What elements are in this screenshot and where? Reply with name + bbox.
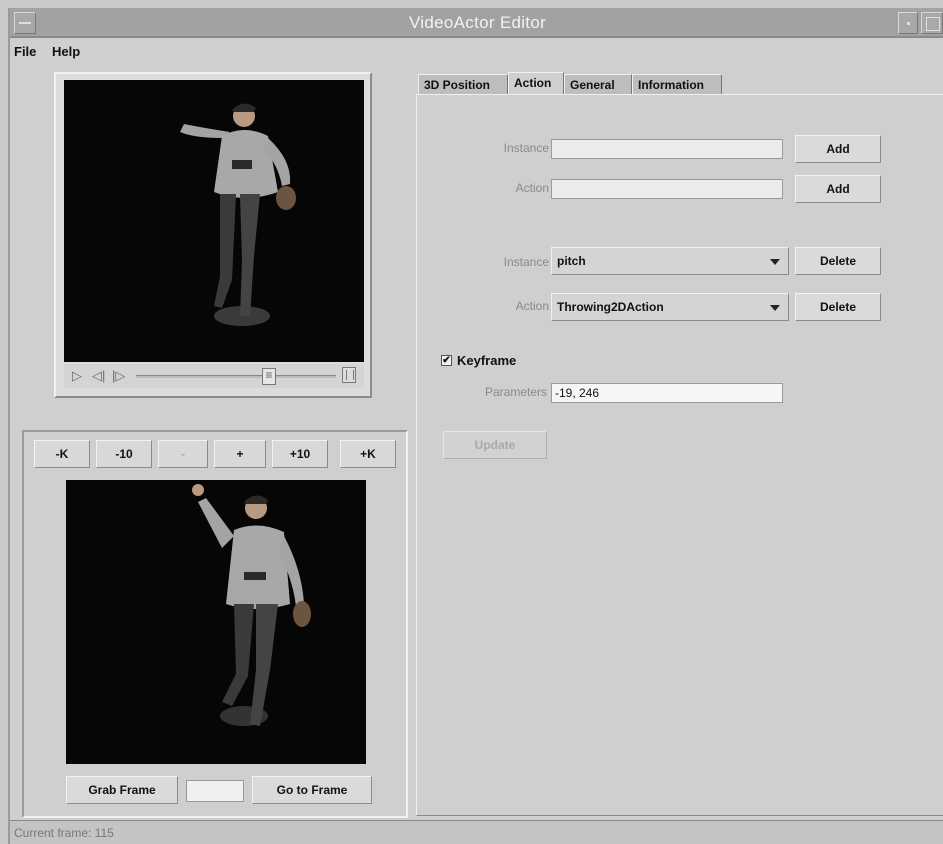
filmstrip-icon[interactable] xyxy=(342,367,356,383)
frame-grabber-panel: -K -10 - + +10 +K Grab Frame Go to Frame xyxy=(22,430,408,818)
new-action-label: Action xyxy=(515,181,549,195)
video-display xyxy=(64,80,364,362)
step-forward-icon[interactable]: |▷ xyxy=(112,368,125,384)
delete-action-button[interactable]: Delete xyxy=(795,293,881,321)
videoactor-editor-window: VideoActor Editor File Help ▷ ◁| |▷ ≡ -K… xyxy=(8,8,943,844)
menu-bar: File Help xyxy=(10,40,943,64)
minimize-button[interactable] xyxy=(898,12,918,34)
grabbed-frame-display xyxy=(66,480,366,764)
action-label: Action xyxy=(515,299,549,313)
update-button[interactable]: Update xyxy=(443,431,547,459)
add-action-button[interactable]: Add xyxy=(795,175,881,203)
action-selected-value: Throwing2DAction xyxy=(557,300,664,314)
frame-number-input[interactable] xyxy=(186,780,244,802)
seek-track[interactable] xyxy=(136,375,336,378)
go-to-frame-button[interactable]: Go to Frame xyxy=(252,776,372,804)
tab-action[interactable]: Action xyxy=(508,72,564,96)
video-player: ▷ ◁| |▷ xyxy=(54,72,372,398)
pitcher-grabbed-frame xyxy=(66,480,366,764)
tab-information[interactable]: Information xyxy=(632,74,722,96)
parameters-label: Parameters xyxy=(484,385,547,399)
new-instance-input[interactable] xyxy=(551,139,783,159)
keyframe-checkbox[interactable]: ✔ xyxy=(441,355,452,366)
chevron-down-icon xyxy=(770,259,780,265)
status-bar: Current frame: 115 xyxy=(10,820,943,844)
keyframe-label: Keyframe xyxy=(457,353,517,368)
parameters-input[interactable]: -19, 246 xyxy=(551,383,783,403)
add-instance-button[interactable]: Add xyxy=(795,135,881,163)
tab-general[interactable]: General xyxy=(564,74,632,96)
action-select[interactable]: Throwing2DAction xyxy=(551,293,789,321)
pitcher-video-frame xyxy=(64,80,364,362)
new-instance-label: Instance xyxy=(503,141,549,155)
step-minus-1-button[interactable]: - xyxy=(158,440,208,468)
play-icon[interactable]: ▷ xyxy=(72,368,82,384)
playback-controls: ▷ ◁| |▷ xyxy=(64,364,364,388)
seek-slider-thumb[interactable] xyxy=(262,368,277,385)
instance-selected-value: pitch xyxy=(557,254,586,268)
window-title: VideoActor Editor xyxy=(408,13,547,32)
step-back-icon[interactable]: ◁| xyxy=(92,368,105,384)
delete-instance-button[interactable]: Delete xyxy=(795,247,881,275)
step-plus-1-button[interactable]: + xyxy=(214,440,266,468)
action-tab-panel: Instance Add Action Add Instance pitch D… xyxy=(416,94,943,816)
instance-label: Instance xyxy=(503,255,549,269)
title-bar[interactable]: VideoActor Editor xyxy=(10,8,943,38)
chevron-down-icon xyxy=(770,305,780,311)
menu-help[interactable]: Help xyxy=(52,44,80,59)
grab-frame-button[interactable]: Grab Frame xyxy=(66,776,178,804)
step-plus-10-button[interactable]: +10 xyxy=(272,440,328,468)
step-plus-k-button[interactable]: +K xyxy=(340,440,396,468)
step-minus-10-button[interactable]: -10 xyxy=(96,440,152,468)
maximize-button[interactable] xyxy=(921,12,943,34)
step-minus-k-button[interactable]: -K xyxy=(34,440,90,468)
new-action-input[interactable] xyxy=(551,179,783,199)
instance-select[interactable]: pitch xyxy=(551,247,789,275)
tab-3d-position[interactable]: 3D Position xyxy=(418,74,508,96)
menu-file[interactable]: File xyxy=(14,44,36,59)
current-frame-status: Current frame: 115 xyxy=(14,826,114,840)
